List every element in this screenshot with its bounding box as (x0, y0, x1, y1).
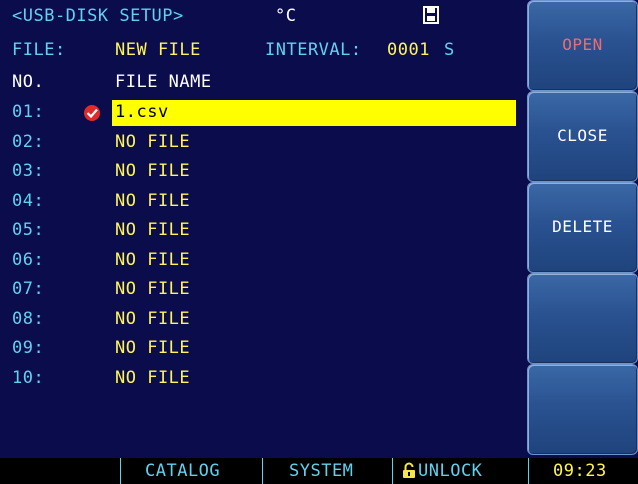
lock-status[interactable]: UNLOCK (418, 461, 482, 481)
divider (528, 458, 529, 484)
file-name: NO FILE (115, 367, 191, 388)
file-name: NO FILE (115, 279, 191, 299)
temperature-unit: °C (275, 6, 297, 26)
file-list-header: NO. FILE NAME (12, 72, 532, 96)
softkey-5[interactable] (527, 364, 638, 455)
clock-display: 09:23 (553, 461, 607, 481)
file-row[interactable]: 09: NO FILE (12, 338, 532, 368)
file-number: 02: (12, 131, 45, 152)
divider (120, 458, 121, 484)
softkey-4[interactable] (527, 273, 638, 364)
open-button-label: OPEN (562, 35, 603, 54)
instrument-screen: <USB-DISK SETUP> °C FILE: NEW FILE INTER… (0, 0, 638, 484)
file-list: 01: 1.csv 02: NO FILE 03: NO FILE 04: NO… (12, 100, 532, 398)
file-number: 06: (12, 249, 45, 270)
file-row[interactable]: 02: NO FILE (12, 132, 532, 162)
close-button[interactable]: CLOSE (527, 91, 638, 182)
file-name: NO FILE (115, 249, 191, 270)
file-row[interactable]: 03: NO FILE (12, 161, 532, 191)
column-file-name: FILE NAME (115, 72, 212, 92)
file-number: 04: (12, 190, 45, 211)
file-row[interactable]: 07: NO FILE (12, 279, 532, 309)
file-name: NO FILE (115, 308, 191, 329)
file-number: 07: (12, 279, 45, 299)
file-number: 08: (12, 308, 45, 329)
file-name: 1.csv (115, 102, 169, 122)
catalog-menu[interactable]: CATALOG (145, 461, 220, 481)
padlock-icon (403, 462, 415, 478)
file-number: 03: (12, 161, 45, 181)
file-number: 10: (12, 367, 45, 388)
open-button[interactable]: OPEN (527, 0, 638, 91)
file-row[interactable]: 10: NO FILE (12, 368, 532, 398)
file-number: 05: (12, 220, 45, 240)
divider (392, 458, 393, 484)
interval-label: INTERVAL: (265, 40, 362, 60)
file-row[interactable]: 01: 1.csv (12, 100, 532, 132)
delete-button-label: DELETE (552, 217, 613, 236)
interval-value[interactable]: 0001 (387, 40, 430, 60)
checkmark-icon (84, 105, 100, 121)
file-row[interactable]: 06: NO FILE (12, 250, 532, 280)
file-name: NO FILE (115, 190, 191, 211)
close-button-label: CLOSE (557, 126, 608, 145)
divider (262, 458, 263, 484)
system-menu[interactable]: SYSTEM (289, 461, 353, 481)
softkey-panel: OPEN CLOSE DELETE (527, 0, 638, 455)
file-name: NO FILE (115, 338, 191, 358)
file-number: 09: (12, 338, 45, 358)
file-name: NO FILE (115, 161, 191, 181)
file-name-value[interactable]: NEW FILE (115, 40, 201, 60)
delete-button[interactable]: DELETE (527, 182, 638, 273)
file-info-row: FILE: NEW FILE INTERVAL: 0001 S (12, 40, 532, 64)
selection-highlight (112, 100, 516, 126)
file-row[interactable]: 05: NO FILE (12, 220, 532, 250)
file-number: 01: (12, 102, 45, 122)
interval-unit: S (444, 40, 455, 60)
page-title: <USB-DISK SETUP> (12, 6, 184, 26)
file-name: NO FILE (115, 220, 191, 240)
floppy-disk-icon (423, 6, 439, 24)
bottom-menu-bar: CATALOG SYSTEM UNLOCK 09:23 (0, 458, 638, 484)
file-label: FILE: (12, 40, 66, 60)
file-row[interactable]: 04: NO FILE (12, 191, 532, 221)
file-row[interactable]: 08: NO FILE (12, 309, 532, 339)
column-no: NO. (12, 72, 45, 92)
file-name: NO FILE (115, 131, 191, 152)
